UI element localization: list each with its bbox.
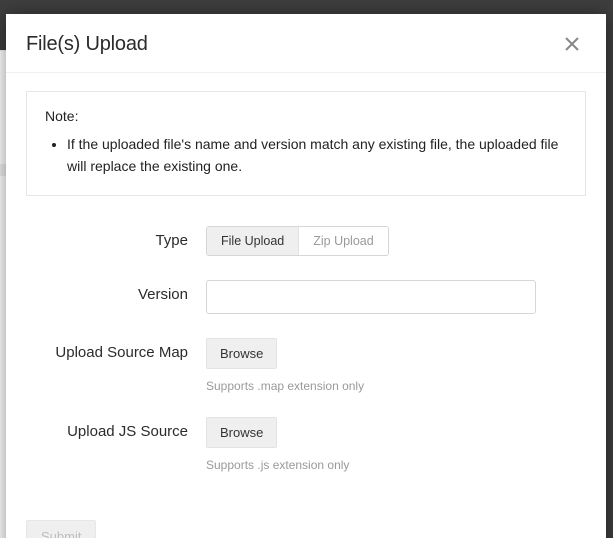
modal-footer: Submit xyxy=(6,506,606,538)
js-source-hint: Supports .js extension only xyxy=(206,458,586,472)
upload-form: Type File Upload Zip Upload Version xyxy=(26,226,586,472)
type-label: Type xyxy=(26,226,206,249)
browse-js-source-button[interactable]: Browse xyxy=(206,417,277,448)
row-type: Type File Upload Zip Upload xyxy=(26,226,586,256)
version-label: Version xyxy=(26,280,206,303)
js-source-label: Upload JS Source xyxy=(26,417,206,440)
close-button[interactable] xyxy=(558,30,586,58)
file-upload-modal: File(s) Upload Note: If the uploaded fil… xyxy=(6,14,606,538)
note-box: Note: If the uploaded file's name and ve… xyxy=(26,91,586,196)
modal-title: File(s) Upload xyxy=(26,33,148,56)
type-option-file-upload[interactable]: File Upload xyxy=(207,227,298,255)
source-map-label: Upload Source Map xyxy=(26,338,206,361)
row-source-map: Upload Source Map Browse Supports .map e… xyxy=(26,338,586,393)
row-js-source: Upload JS Source Browse Supports .js ext… xyxy=(26,417,586,472)
note-item: If the uploaded file's name and version … xyxy=(67,134,567,177)
type-toggle: File Upload Zip Upload xyxy=(206,226,389,256)
modal-header: File(s) Upload xyxy=(6,14,606,73)
browse-source-map-button[interactable]: Browse xyxy=(206,338,277,369)
modal-body: Note: If the uploaded file's name and ve… xyxy=(6,73,606,506)
source-map-hint: Supports .map extension only xyxy=(206,379,586,393)
submit-button[interactable]: Submit xyxy=(26,520,96,538)
row-version: Version xyxy=(26,280,586,314)
type-option-zip-upload[interactable]: Zip Upload xyxy=(298,227,387,255)
version-input[interactable] xyxy=(206,280,536,314)
note-label: Note: xyxy=(45,108,567,124)
close-icon xyxy=(564,36,580,52)
